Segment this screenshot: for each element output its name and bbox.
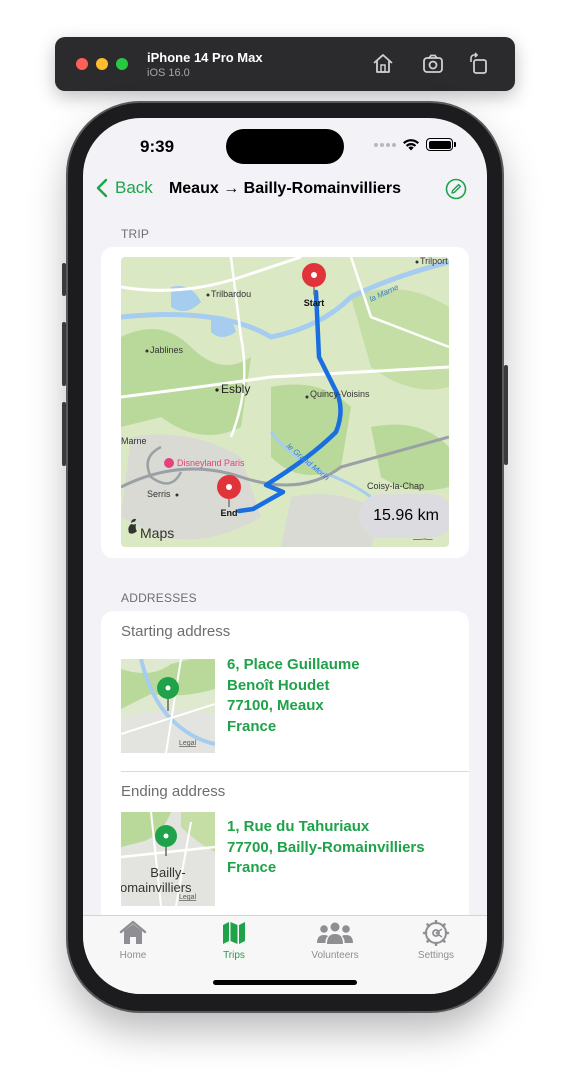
tab-settings[interactable]: Settings — [386, 920, 486, 961]
starting-thumb-legal[interactable]: Legal — [179, 740, 197, 747]
home-indicator[interactable] — [213, 980, 357, 985]
dynamic-island — [226, 129, 344, 164]
start-pin-label: Start — [304, 298, 325, 308]
mute-switch — [62, 263, 66, 296]
phone-screen: 9:39 Meaux → Bailly-Romainvilliers Back … — [83, 118, 487, 994]
gear-icon — [422, 920, 450, 946]
ending-address-text[interactable]: 1, Rue du Tahuriaux 77700, Bailly-Romain… — [227, 817, 425, 879]
tab-trips[interactable]: Trips — [184, 920, 284, 961]
addresses-card: Starting address Legal 6, Place Guillaum… — [101, 611, 469, 931]
map-icon — [223, 922, 245, 944]
edit-button[interactable] — [445, 178, 467, 200]
edit-circle-icon — [445, 178, 467, 200]
map-label-trilport: Trilport — [420, 257, 448, 266]
address-divider — [121, 771, 469, 772]
volume-down-button — [62, 402, 66, 466]
starting-address-line: Benoît Houdet — [227, 676, 330, 694]
end-pin-label: End — [221, 508, 238, 518]
ending-address-line: 77700, Bailly-Romainvilliers — [227, 838, 425, 856]
starting-address-text[interactable]: 6, Place Guillaume Benoît Houdet 77100, … — [227, 655, 360, 737]
back-button[interactable]: Back — [95, 178, 153, 198]
map-label-trilbardou: Trilbardou — [211, 289, 251, 299]
tab-volunteers[interactable]: Volunteers — [285, 920, 385, 961]
screenshot-icon[interactable] — [421, 52, 445, 76]
maps-logo-text: Maps — [140, 525, 174, 541]
starting-address-line: France — [227, 717, 277, 735]
ending-address-line: France — [227, 859, 277, 876]
os-version: iOS 16.0 — [147, 67, 190, 79]
home-icon[interactable] — [371, 52, 395, 76]
map-label-jablines: Jablines — [150, 345, 184, 355]
map-label-quincy: Quincy-Voisins — [310, 389, 370, 399]
trip-card: Trilbardou Jablines Trilport Quincy-Vois… — [101, 247, 469, 558]
starting-address-map-thumbnail[interactable]: Legal — [121, 659, 215, 753]
ending-address-map-thumbnail[interactable]: Bailly- omainvilliers Legal — [121, 812, 215, 906]
ending-address-label: Ending address — [121, 783, 226, 800]
tab-settings-label: Settings — [417, 950, 455, 961]
status-time: 9:39 — [140, 137, 175, 156]
map-label-marne: Marne — [121, 436, 147, 446]
starting-address-line: 6, Place Guillaume — [227, 656, 360, 673]
battery-icon — [426, 138, 456, 151]
rotate-icon[interactable] — [467, 52, 491, 76]
tab-home[interactable]: Home — [83, 920, 183, 961]
map-label-esbly: Esbly — [221, 382, 250, 396]
ending-address-line: 1, Rue du Tahuriaux — [227, 818, 370, 835]
status-icons — [374, 138, 456, 151]
tab-home-label: Home — [119, 950, 147, 961]
ending-thumb-legal[interactable]: Legal — [179, 894, 197, 901]
trip-section-header: TRIP — [121, 227, 150, 241]
tab-trips-label: Trips — [223, 950, 245, 961]
trip-map[interactable]: Trilbardou Jablines Trilport Quincy-Vois… — [121, 257, 449, 547]
wifi-icon — [403, 139, 419, 151]
cellular-signal-icon — [374, 142, 396, 147]
ending-thumb-place-label: Bailly- — [150, 865, 185, 880]
minimize-window-button[interactable] — [96, 58, 108, 70]
distance-badge: 15.96 km — [359, 494, 449, 538]
chevron-left-icon — [96, 178, 108, 198]
zoom-window-button[interactable] — [116, 58, 128, 70]
map-label-serris: Serris — [147, 489, 171, 499]
addresses-section-header: ADDRESSES — [121, 591, 197, 605]
device-name: iPhone 14 Pro Max — [147, 50, 263, 65]
map-label-chap: Coisy-la-Chap — [367, 481, 424, 491]
simulator-titlebar: iPhone 14 Pro Max iOS 16.0 — [55, 37, 515, 91]
people-icon — [317, 922, 353, 944]
ending-thumb-place-label: omainvilliers — [121, 880, 192, 895]
house-icon — [119, 920, 147, 944]
power-button — [504, 365, 508, 465]
volume-up-button — [62, 322, 66, 386]
starting-address-line: 77100, Meaux — [227, 697, 324, 714]
map-label-disneyland: Disneyland Paris — [177, 458, 245, 468]
tab-volunteers-label: Volunteers — [311, 950, 359, 961]
close-window-button[interactable] — [76, 58, 88, 70]
back-label: Back — [115, 178, 153, 197]
starting-address-label: Starting address — [121, 623, 231, 640]
